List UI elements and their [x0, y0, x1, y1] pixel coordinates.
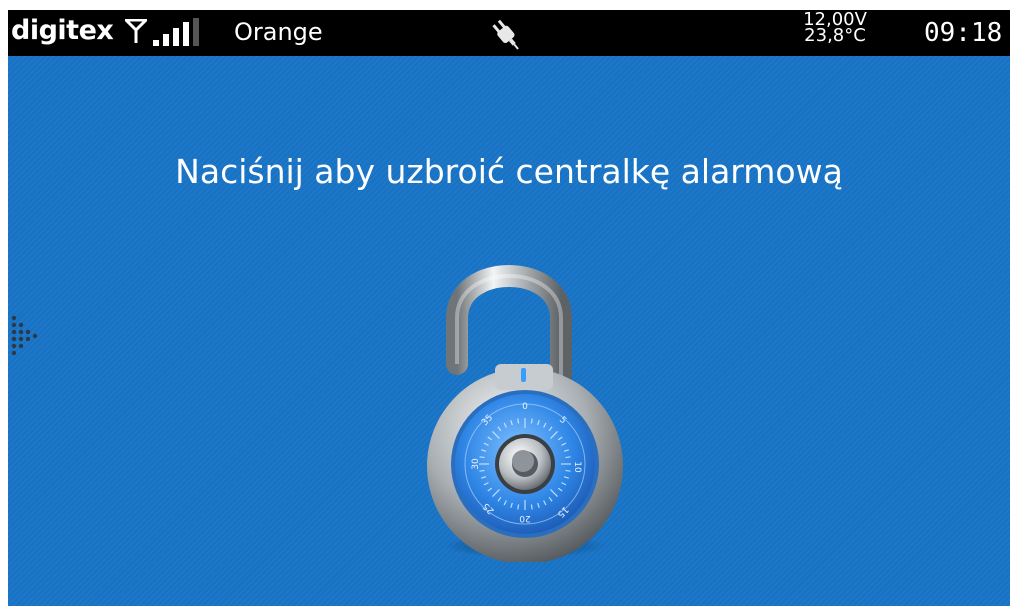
dial-tick	[530, 418, 533, 424]
power-plug-icon	[492, 19, 519, 50]
antenna-icon	[125, 19, 147, 43]
dial-number-10: 10	[572, 461, 582, 473]
dial-tick	[479, 456, 485, 459]
dial-tick	[565, 456, 571, 459]
status-bar: digitex Orange 12,00V 23,8°C 09:18	[8, 10, 1010, 56]
dial-tick	[517, 504, 520, 510]
dial-number-20: 20	[519, 513, 531, 523]
open-padlock-icon[interactable]: 0 5 10 15 20 25 30 35	[403, 252, 623, 562]
clock: 09:18	[924, 18, 1003, 48]
arm-screen: Naciśnij aby uzbroić centralkę alarmową	[8, 56, 1010, 606]
brand-logo: digitex	[11, 15, 114, 46]
power-readings: 12,00V 23,8°C	[798, 11, 872, 46]
dial-tick	[517, 418, 520, 424]
dial-tick	[530, 504, 533, 510]
dotted-arrow-icon[interactable]	[8, 312, 42, 362]
dial-number-30: 30	[471, 458, 481, 470]
temperature-reading: 23,8°C	[804, 25, 866, 46]
arm-prompt: Naciśnij aby uzbroić centralkę alarmową	[175, 152, 843, 191]
operator-name: Orange	[234, 18, 323, 46]
dial-tick	[565, 469, 571, 472]
signal-strength-icon	[153, 18, 199, 46]
device-screen: digitex Orange 12,00V 23,8°C 09:18 Naciś…	[8, 10, 1010, 606]
dial-number-0: 0	[522, 402, 528, 412]
